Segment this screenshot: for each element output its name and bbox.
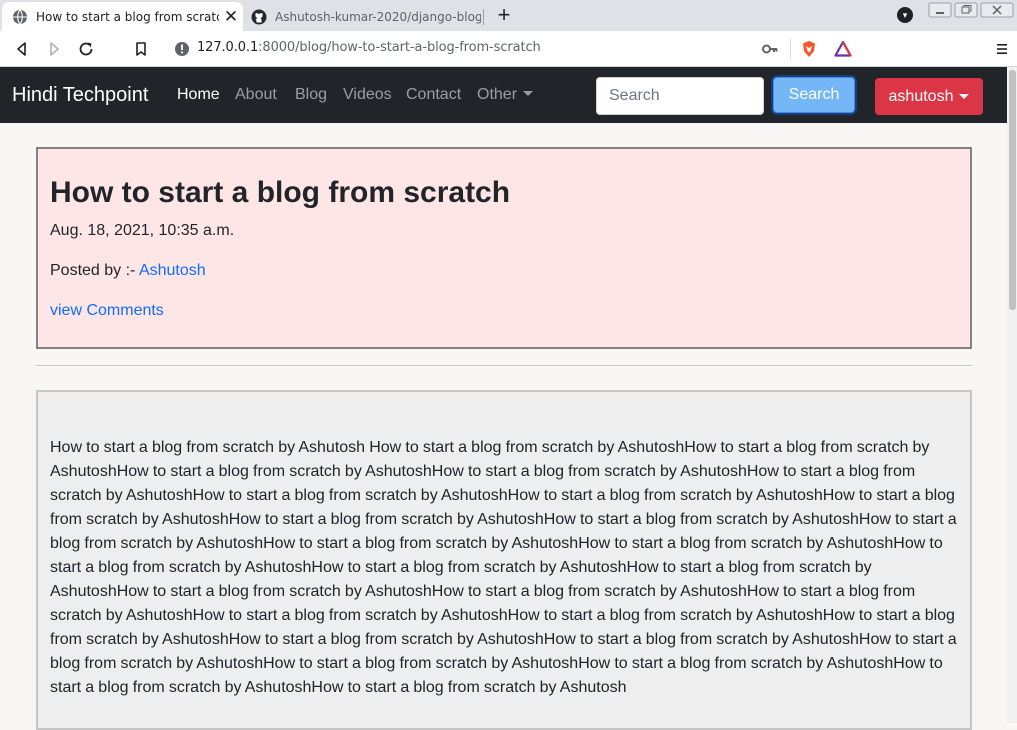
nav-link-home[interactable]: Home (177, 86, 220, 104)
bookmark-icon[interactable] (132, 40, 150, 58)
browser-tab-github[interactable]: Ashutosh-kumar-2020/django-blog: T (245, 2, 481, 31)
user-dropdown-button[interactable]: ashutosh (875, 78, 983, 115)
user-name: ashutosh (888, 87, 954, 105)
brave-rewards-icon[interactable] (834, 40, 852, 58)
nav-link-blog[interactable]: Blog (295, 86, 327, 104)
post-body-card: How to start a blog from scratch by Ashu… (36, 390, 972, 730)
caret-down-icon (959, 94, 970, 99)
tab-divider (483, 9, 484, 25)
site-brand[interactable]: Hindi Techpoint (12, 84, 148, 107)
brave-shield-icon[interactable] (800, 40, 818, 58)
caret-down-icon (523, 91, 534, 96)
github-icon (251, 9, 267, 24)
reload-icon[interactable] (77, 40, 95, 58)
search-button[interactable]: Search (773, 77, 855, 113)
close-window-icon[interactable] (980, 2, 1014, 18)
url-text[interactable]: 127.0.0.1:8000/blog/how-to-start-a-blog-… (197, 40, 541, 55)
toolbar-divider (790, 39, 791, 59)
info-icon[interactable] (173, 40, 191, 58)
tab-title: How to start a blog from scratch (36, 9, 219, 24)
post-date: Aug. 18, 2021, 10:35 a.m. (50, 222, 235, 239)
restore-window-icon[interactable] (954, 2, 978, 18)
close-tab-icon[interactable]: ✕ (219, 7, 243, 27)
view-comments-link[interactable]: view Comments (50, 302, 164, 320)
post-content: How to start a blog from scratch by Ashu… (50, 439, 957, 696)
url-host: 127.0.0.1 (197, 40, 259, 55)
post-header-card: How to start a blog from scratch Aug. 18… (36, 147, 972, 349)
tab-title: Ashutosh-kumar-2020/django-blog: T (275, 9, 481, 24)
menu-icon[interactable] (993, 40, 1011, 58)
posted-by-label: Posted by :- (50, 262, 136, 279)
back-icon[interactable] (13, 40, 31, 58)
posted-by: Posted by :- Ashutosh (50, 262, 206, 280)
scrollbar-thumb[interactable] (1009, 70, 1016, 310)
browser-tab-strip: How to start a blog from scratch ✕ Ashut… (0, 0, 1017, 31)
browser-tab-active[interactable]: How to start a blog from scratch ✕ (2, 2, 243, 31)
nav-dropdown-label: Other (477, 86, 518, 103)
forward-icon[interactable] (45, 40, 63, 58)
key-icon[interactable] (761, 40, 779, 58)
nav-link-videos[interactable]: Videos (343, 86, 392, 104)
post-title: How to start a blog from scratch (50, 176, 511, 209)
nav-dropdown-other[interactable]: Other (477, 86, 534, 104)
minimize-window-icon[interactable] (928, 2, 952, 18)
nav-link-about[interactable]: About (235, 86, 277, 104)
profile-icon[interactable]: ▾ (897, 7, 913, 23)
search-input[interactable] (596, 77, 764, 115)
author-link[interactable]: Ashutosh (139, 262, 206, 279)
content-divider (36, 365, 972, 366)
url-path: :8000/blog/how-to-start-a-blog-from-scra… (258, 40, 541, 55)
new-tab-button[interactable]: + (492, 3, 516, 27)
globe-icon (13, 9, 27, 24)
nav-link-contact[interactable]: Contact (406, 86, 461, 104)
site-navbar: Hindi Techpoint Home About Blog Videos C… (0, 67, 1007, 123)
